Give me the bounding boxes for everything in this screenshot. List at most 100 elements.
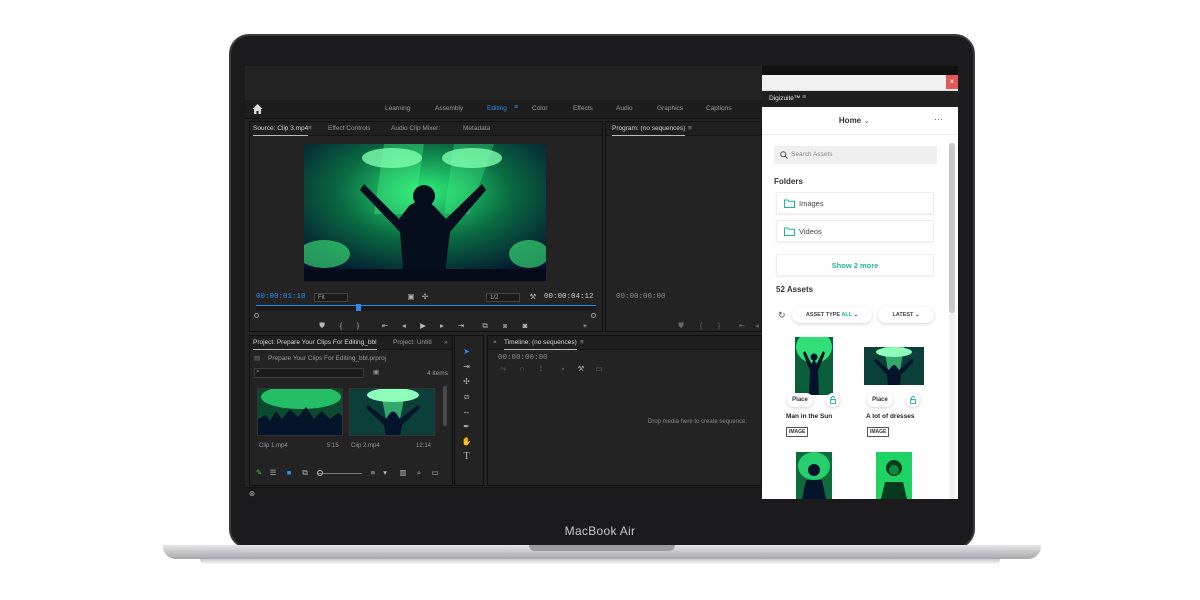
folder-images[interactable]: Images: [776, 192, 934, 214]
play-icon[interactable]: ▶: [418, 322, 428, 330]
go-to-out-icon[interactable]: ⇥: [456, 322, 466, 330]
sort-icon[interactable]: ≡: [368, 469, 378, 477]
freeform-view-icon[interactable]: ⧉: [300, 469, 310, 477]
program-mark-out-icon[interactable]: }: [714, 322, 724, 330]
workspace-color[interactable]: Color: [532, 105, 548, 112]
new-bin-bottom-icon[interactable]: ▭: [430, 469, 440, 477]
tab-audio-clip-mixer[interactable]: Audio Clip Mixer:: [391, 125, 440, 132]
sort-chevron-icon[interactable]: ▾: [380, 469, 390, 477]
hand-tool-icon[interactable]: ✋: [461, 436, 472, 447]
search-input[interactable]: Search Assets: [774, 146, 937, 164]
timeline-marker-icon[interactable]: ⬩: [558, 365, 568, 373]
project-search-input[interactable]: [254, 368, 364, 378]
workspace-audio[interactable]: Audio: [616, 105, 633, 112]
timeline-settings-icon[interactable]: ⚒: [576, 365, 586, 373]
place-button-1[interactable]: Place: [787, 393, 813, 407]
selection-tool-icon[interactable]: ➤: [461, 346, 472, 357]
clip-2-thumbnail[interactable]: [349, 388, 435, 436]
find-icon[interactable]: ⌕: [414, 469, 424, 477]
asset-1-thumbnail[interactable]: [795, 337, 833, 395]
workspace-graphics[interactable]: Graphics: [657, 105, 683, 112]
project-scrollbar[interactable]: [443, 386, 447, 426]
program-marker-icon[interactable]: ⛊: [676, 322, 686, 330]
tab-project[interactable]: Project: Prepare Your Clips For Editing_…: [253, 339, 377, 350]
workspace-learning[interactable]: Learning: [385, 105, 410, 112]
source-tab-menu-icon[interactable]: ≡: [308, 125, 312, 132]
source-timecode-in[interactable]: 00:00:01:10: [256, 293, 306, 301]
playhead[interactable]: [356, 304, 361, 311]
show-more-button[interactable]: Show 2 more: [776, 254, 934, 276]
ripple-edit-tool-icon[interactable]: ✣: [461, 376, 472, 387]
digizuite-menu-icon[interactable]: ≡: [802, 94, 806, 101]
step-back-icon[interactable]: ◂: [399, 322, 409, 330]
sort-filter[interactable]: LATEST ⌄: [878, 307, 934, 323]
mark-out-icon[interactable]: }: [353, 322, 363, 330]
workspace-assembly[interactable]: Assembly: [435, 105, 463, 112]
step-forward-icon[interactable]: ▸: [437, 322, 447, 330]
snap-icon[interactable]: ∩: [517, 365, 527, 373]
tab-project-untitled[interactable]: Project: Untitl: [393, 339, 432, 346]
lock-button-2[interactable]: [906, 393, 920, 407]
home-dropdown[interactable]: Home ⌄: [762, 116, 947, 125]
settings-icon[interactable]: ▣: [406, 293, 416, 301]
pencil-icon[interactable]: ✎: [254, 469, 264, 477]
new-bin-icon[interactable]: ▣: [373, 368, 379, 376]
workspace-effects[interactable]: Effects: [573, 105, 593, 112]
go-to-in-icon[interactable]: ⇤: [380, 322, 390, 330]
linked-selection-icon[interactable]: ⟟: [536, 365, 546, 373]
zoom-handle-right[interactable]: [591, 313, 596, 318]
program-mark-in-icon[interactable]: {: [696, 322, 706, 330]
chevron-down-icon: ⌄: [853, 312, 859, 318]
nest-icon[interactable]: ⤳: [498, 365, 508, 373]
track-select-tool-icon[interactable]: ⇥: [461, 361, 472, 372]
tab-timeline[interactable]: Timeline: (no sequences): [504, 339, 577, 350]
asset-2-thumbnail[interactable]: [864, 347, 924, 385]
more-panels-icon[interactable]: »: [444, 339, 448, 346]
pen-tool-icon[interactable]: ✒: [461, 421, 472, 432]
automate-icon[interactable]: ▥: [398, 469, 408, 477]
workspace-editing[interactable]: Editing: [487, 105, 507, 112]
program-go-in-icon[interactable]: ⇤: [737, 322, 747, 330]
icon-view-icon[interactable]: ■: [284, 469, 294, 477]
clip-1-thumbnail[interactable]: [257, 388, 343, 436]
mark-in-icon[interactable]: {: [336, 322, 346, 330]
zoom-handle-left[interactable]: [254, 313, 259, 318]
razor-tool-icon[interactable]: ⧄: [461, 391, 472, 402]
tab-metadata[interactable]: Metadata: [463, 125, 490, 132]
insert-icon[interactable]: ⧉: [480, 322, 490, 330]
digizuite-panel-title[interactable]: Digizuite™: [769, 95, 800, 102]
zoom-slider[interactable]: [318, 473, 362, 474]
captions-icon[interactable]: ▭: [594, 365, 604, 373]
refresh-icon[interactable]: ↻: [778, 310, 786, 321]
tab-program[interactable]: Program: (no sequences): [612, 125, 686, 136]
timeline-tabs: × Timeline: (no sequences) ≡: [488, 336, 761, 350]
source-scrubber[interactable]: [256, 305, 596, 311]
add-button-icon[interactable]: +: [580, 322, 590, 330]
more-options-icon[interactable]: ⋯: [934, 114, 943, 125]
slip-tool-icon[interactable]: ↔: [461, 406, 472, 417]
folder-videos[interactable]: Videos: [776, 220, 934, 242]
fit-select[interactable]: Fit: [314, 293, 348, 302]
close-icon[interactable]: ×: [946, 75, 958, 89]
tab-source[interactable]: Source: Clip 3.mp4: [253, 125, 309, 136]
zoom-slider-handle[interactable]: [317, 470, 323, 476]
type-tool-icon[interactable]: T: [461, 451, 472, 462]
wrench-icon[interactable]: ⚒: [528, 293, 538, 301]
safe-margins-icon[interactable]: ✣: [420, 293, 430, 301]
resolution-select[interactable]: 1/2: [486, 293, 520, 302]
timeline-close-icon[interactable]: ×: [493, 339, 497, 346]
overwrite-icon[interactable]: ⧈: [500, 322, 510, 330]
workspace-captions[interactable]: Captions: [706, 105, 732, 112]
place-button-2[interactable]: Place: [867, 393, 893, 407]
home-icon[interactable]: [252, 104, 263, 114]
add-marker-icon[interactable]: ⛊: [317, 322, 327, 330]
tab-effect-controls[interactable]: Effect Controls: [328, 125, 371, 132]
program-tab-menu-icon[interactable]: ≡: [688, 125, 692, 132]
workspace-menu-icon[interactable]: ≡: [514, 104, 518, 111]
timeline-tab-menu-icon[interactable]: ≡: [580, 339, 584, 346]
list-view-icon[interactable]: ☰: [268, 469, 278, 477]
asset-type-filter[interactable]: ASSET TYPE ALL ⌄: [792, 307, 872, 323]
lock-button-1[interactable]: [826, 393, 840, 407]
program-step-back-icon[interactable]: ◂: [752, 322, 762, 330]
camera-icon[interactable]: ◙: [520, 322, 530, 330]
